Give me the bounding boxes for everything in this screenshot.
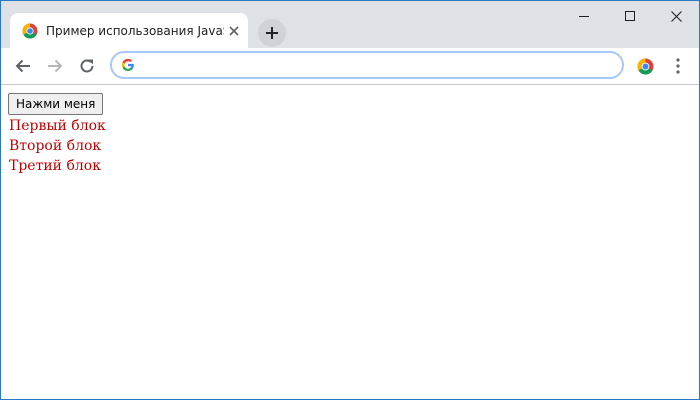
tab-strip: Пример использования JavaScr	[1, 1, 699, 48]
browser-tab[interactable]: Пример использования JavaScr	[10, 13, 248, 48]
reload-icon	[80, 59, 94, 73]
plus-icon	[266, 27, 278, 39]
minimize-button[interactable]	[561, 1, 607, 31]
maximize-button[interactable]	[607, 1, 653, 31]
chrome-extension-icon[interactable]	[637, 58, 654, 75]
address-bar[interactable]	[110, 51, 624, 79]
more-vertical-icon	[676, 58, 680, 74]
third-block: Третий блок	[9, 158, 101, 174]
new-tab-button[interactable]	[258, 19, 286, 47]
browser-toolbar	[1, 48, 699, 85]
click-me-button[interactable]: Нажми меня	[8, 93, 104, 115]
address-input[interactable]	[142, 55, 612, 75]
reload-button[interactable]	[75, 54, 99, 78]
second-block: Второй блок	[9, 138, 102, 154]
browser-window: Пример использования JavaScr Нажми меня …	[0, 0, 700, 400]
tab-title: Пример использования JavaScr	[46, 24, 224, 38]
arrow-left-icon	[15, 59, 30, 73]
close-icon[interactable]	[227, 24, 241, 38]
browser-menu-button[interactable]	[669, 57, 687, 75]
back-button[interactable]	[11, 54, 35, 78]
window-close-icon	[671, 11, 682, 22]
maximize-icon	[625, 11, 635, 21]
first-block: Первый блок	[9, 118, 106, 134]
google-g-icon	[121, 58, 135, 72]
blocks-container: Первый блок Второй блок Третий блок	[9, 116, 106, 176]
chrome-favicon-icon	[22, 23, 38, 39]
minimize-icon	[579, 16, 589, 17]
page-viewport: Нажми меня Первый блок Второй блок Трети…	[1, 85, 699, 399]
window-close-button[interactable]	[653, 1, 699, 31]
forward-button[interactable]	[43, 54, 67, 78]
arrow-right-icon	[48, 59, 63, 73]
